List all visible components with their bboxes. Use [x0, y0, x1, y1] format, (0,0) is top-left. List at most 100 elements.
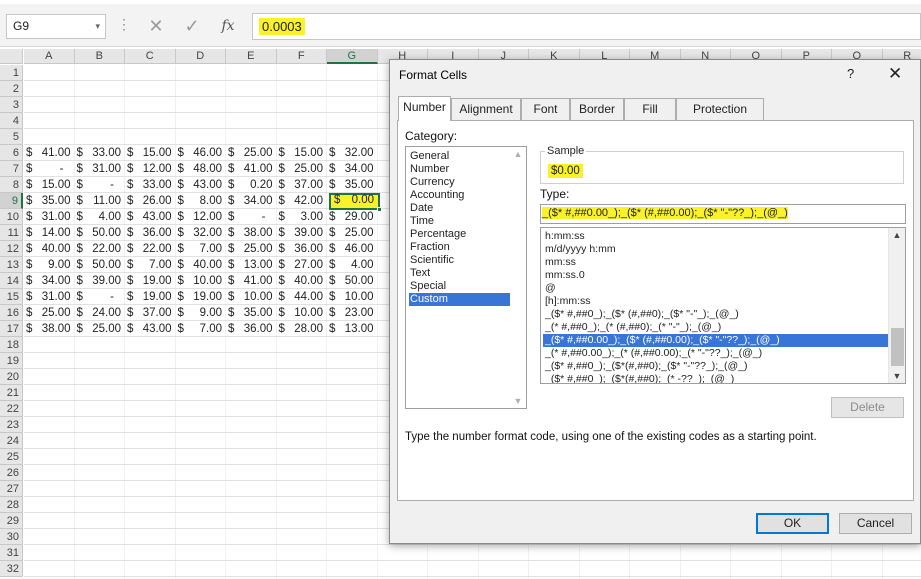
table-cell[interactable]: $37.00: [125, 305, 175, 321]
table-cell[interactable]: $15.00: [277, 145, 327, 161]
row-header-5[interactable]: 5: [0, 129, 23, 145]
table-cell[interactable]: $9.00: [176, 305, 226, 321]
row-header-28[interactable]: 28: [0, 497, 23, 513]
table-cell[interactable]: $4.00: [327, 257, 377, 273]
table-cell[interactable]: $44.00: [277, 289, 327, 305]
table-cell[interactable]: $38.00: [24, 321, 74, 337]
table-cell[interactable]: $22.00: [125, 241, 175, 257]
name-box[interactable]: G9 ▾: [6, 14, 106, 39]
ok-button[interactable]: OK: [756, 513, 829, 534]
table-cell[interactable]: $32.00: [327, 145, 377, 161]
row-header-27[interactable]: 27: [0, 481, 23, 497]
formula-input[interactable]: 0.0003: [252, 13, 921, 40]
category-item-time[interactable]: Time: [409, 215, 510, 228]
row-header-11[interactable]: 11: [0, 225, 23, 241]
row-header-26[interactable]: 26: [0, 465, 23, 481]
chevron-down-icon[interactable]: ▾: [95, 15, 100, 38]
table-cell[interactable]: $50.00: [75, 225, 125, 241]
row-header-16[interactable]: 16: [0, 305, 23, 321]
table-cell[interactable]: $50.00: [75, 257, 125, 273]
table-cell[interactable]: $35.00: [24, 193, 74, 209]
select-all-corner[interactable]: [0, 49, 23, 64]
table-cell[interactable]: $48.00: [176, 161, 226, 177]
cancel-button[interactable]: Cancel: [839, 513, 912, 534]
enter-check-icon[interactable]: ✓: [179, 13, 205, 40]
scroll-up-icon[interactable]: ▲: [889, 228, 905, 242]
table-cell[interactable]: $12.00: [125, 161, 175, 177]
table-cell[interactable]: $12.00: [176, 209, 226, 225]
table-cell[interactable]: $50.00: [327, 273, 377, 289]
table-cell[interactable]: $33.00: [125, 177, 175, 193]
table-cell[interactable]: $9.00: [24, 257, 74, 273]
type-list-item[interactable]: _($* #,##0_);_($* (#,##0);_($* "-"_);_(@…: [543, 308, 889, 321]
type-input[interactable]: _($* #,##0.00_);_($* (#,##0.00);_($* "-"…: [540, 204, 906, 224]
row-header-17[interactable]: 17: [0, 321, 23, 337]
table-cell[interactable]: $36.00: [277, 241, 327, 257]
column-header-g[interactable]: G: [327, 49, 378, 64]
table-cell[interactable]: $7.00: [176, 241, 226, 257]
table-cell[interactable]: $10.00: [176, 273, 226, 289]
tab-protection[interactable]: Protection: [676, 98, 764, 120]
category-item-accounting[interactable]: Accounting: [409, 189, 510, 202]
type-list-item[interactable]: _($* #,##0.00_);_($* (#,##0.00);_($* "-"…: [543, 334, 889, 347]
table-cell[interactable]: $ -: [75, 289, 125, 305]
row-header-15[interactable]: 15: [0, 289, 23, 305]
tab-alignment[interactable]: Alignment: [451, 98, 521, 120]
table-cell[interactable]: $19.00: [176, 289, 226, 305]
row-header-12[interactable]: 12: [0, 241, 23, 257]
table-cell[interactable]: $4.00: [75, 209, 125, 225]
row-header-14[interactable]: 14: [0, 273, 23, 289]
type-list[interactable]: h:mm:ss m/d/yyyy h:mm mm:ss mm:ss.0 @ [h]:mm:…: [540, 227, 906, 384]
table-cell[interactable]: $28.00: [277, 321, 327, 337]
category-item-date[interactable]: Date: [409, 202, 510, 215]
type-list-item[interactable]: mm:ss: [543, 256, 889, 269]
scrollbar-thumb[interactable]: [891, 328, 904, 366]
active-cell-g9[interactable]: $ 0.00: [329, 193, 382, 212]
row-header-8[interactable]: 8: [0, 177, 23, 193]
row-header-21[interactable]: 21: [0, 385, 23, 401]
table-cell[interactable]: $3.00: [277, 209, 327, 225]
category-item-special[interactable]: Special: [409, 280, 510, 293]
table-cell[interactable]: $29.00: [327, 209, 377, 225]
table-cell[interactable]: $36.00: [125, 225, 175, 241]
column-header-e[interactable]: E: [226, 49, 277, 64]
row-header-13[interactable]: 13: [0, 257, 23, 273]
table-cell[interactable]: $19.00: [125, 289, 175, 305]
type-list-item[interactable]: _(* #,##0.00_);_(* (#,##0.00);_(* "-"??_…: [543, 347, 889, 360]
row-header-24[interactable]: 24: [0, 433, 23, 449]
row-header-7[interactable]: 7: [0, 161, 23, 177]
row-header-22[interactable]: 22: [0, 401, 23, 417]
table-cell[interactable]: $43.00: [125, 209, 175, 225]
row-header-6[interactable]: 6: [0, 145, 23, 161]
scroll-down-icon[interactable]: ▼: [510, 394, 526, 408]
table-cell[interactable]: $22.00: [75, 241, 125, 257]
close-icon[interactable]: ✕: [888, 64, 902, 84]
row-header-9[interactable]: 9: [0, 193, 23, 209]
table-cell[interactable]: $34.00: [327, 161, 377, 177]
column-header-c[interactable]: C: [125, 49, 176, 64]
type-list-item[interactable]: mm:ss.0: [543, 269, 889, 282]
type-list-item[interactable]: @: [543, 282, 889, 295]
cancel-entry-icon[interactable]: ✕: [143, 13, 169, 40]
category-item-text[interactable]: Text: [409, 267, 510, 280]
table-cell[interactable]: $43.00: [176, 177, 226, 193]
table-cell[interactable]: $0.20: [226, 177, 276, 193]
type-list-item[interactable]: h:mm:ss: [543, 230, 889, 243]
type-list-item[interactable]: _(* #,##0_);_(* (#,##0);_(* "-"_);_(@_): [543, 321, 889, 334]
row-header-32[interactable]: 32: [0, 561, 23, 577]
delete-button[interactable]: Delete: [831, 397, 904, 418]
table-cell[interactable]: $35.00: [327, 177, 377, 193]
table-cell[interactable]: $40.00: [176, 257, 226, 273]
table-cell[interactable]: $33.00: [75, 145, 125, 161]
row-header-30[interactable]: 30: [0, 529, 23, 545]
table-cell[interactable]: $34.00: [226, 193, 276, 209]
table-cell[interactable]: $41.00: [226, 161, 276, 177]
scroll-down-icon[interactable]: ▼: [889, 369, 905, 383]
row-header-31[interactable]: 31: [0, 545, 23, 561]
fill-handle[interactable]: [377, 207, 382, 212]
help-icon[interactable]: ?: [847, 66, 854, 81]
tab-fill[interactable]: Fill: [624, 98, 676, 120]
table-cell[interactable]: $7.00: [125, 257, 175, 273]
category-item-currency[interactable]: Currency: [409, 176, 510, 189]
row-header-20[interactable]: 20: [0, 369, 23, 385]
